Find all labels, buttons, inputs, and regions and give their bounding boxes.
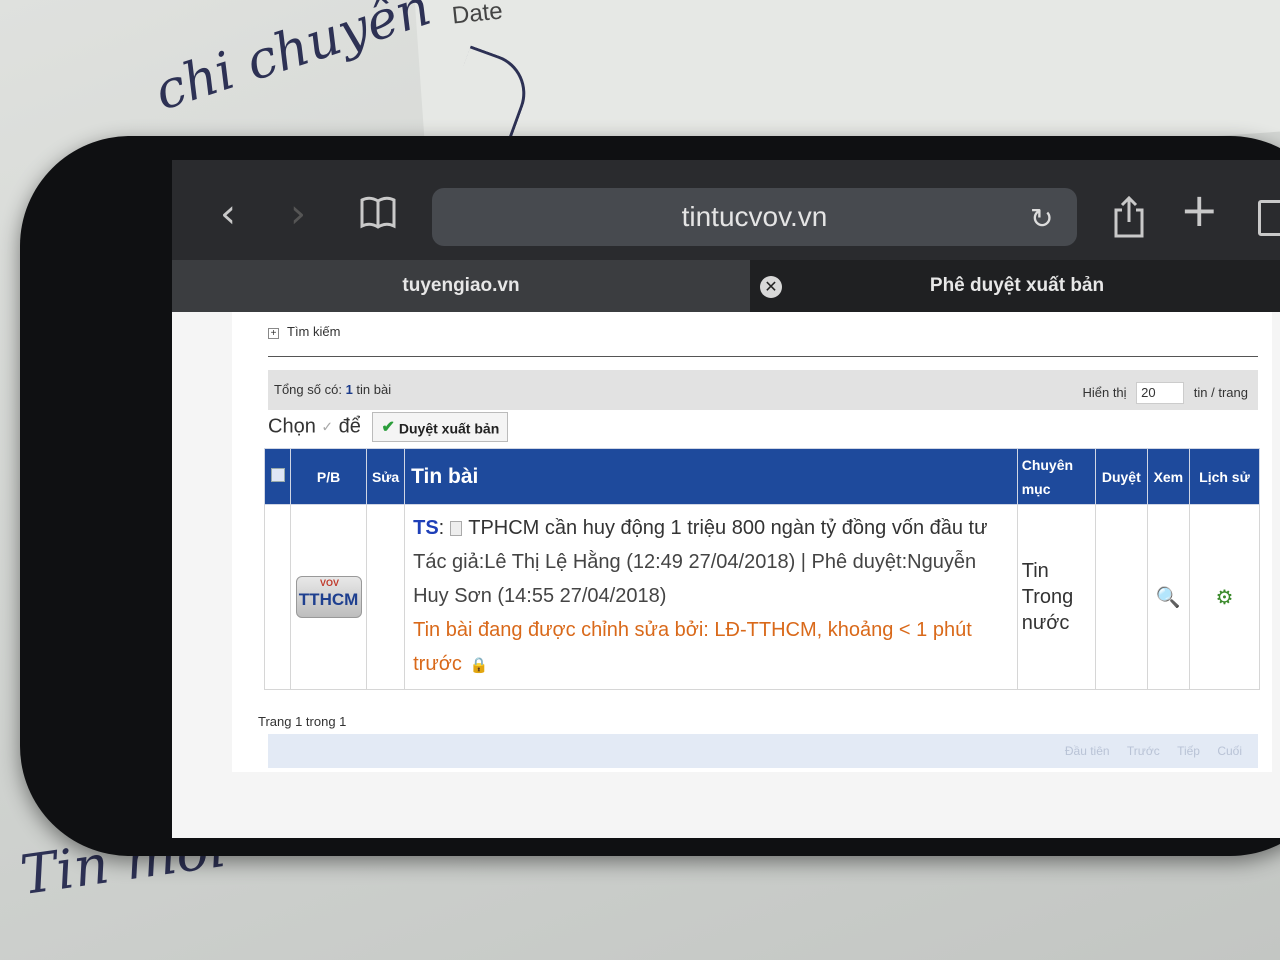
pager-last[interactable]: Cuối — [1217, 744, 1242, 758]
document-icon — [450, 521, 463, 536]
articles-table: P/B Sửa Tin bài Chuyên mục Duyệt Xem Lịc… — [263, 448, 1261, 690]
pager-info: Trang 1 trong 1 — [258, 714, 347, 729]
header-history: Lịch sử — [1188, 448, 1261, 505]
select-all-checkbox[interactable] — [270, 468, 285, 482]
choose-label: Chọn — [268, 415, 316, 438]
approve-publish-label: Duyệt xuất bản — [398, 420, 500, 437]
article-meta: Tác giả:Lê Thị Lệ Hằng (12:49 27/04/2018… — [413, 551, 977, 607]
browser-toolbar: ‹ › tintucvov.vn ↻ + — [172, 160, 1280, 260]
vov-tthcm-logo: VOV TTHCM — [295, 576, 362, 618]
back-icon[interactable]: ‹ — [220, 194, 236, 234]
per-page-suffix: tin / trang — [1193, 385, 1248, 400]
header-pb: P/B — [290, 448, 368, 505]
header-title: Tin bài — [404, 448, 1018, 505]
header-approve: Duyệt — [1094, 448, 1148, 505]
editing-notice: Tin bài đang được chỉnh sửa bởi: LĐ-TTHC… — [413, 619, 972, 675]
phone-screen: ‹ › tintucvov.vn ↻ + tuyengiao.vn ✕ Phê … — [172, 160, 1280, 838]
per-page-select[interactable]: 20 — [1136, 382, 1185, 404]
view-icon[interactable]: 🔍 — [1146, 504, 1190, 690]
share-icon[interactable] — [1112, 194, 1146, 238]
new-tab-icon[interactable]: + — [1180, 187, 1219, 233]
header-category: Chuyên mục — [1016, 448, 1096, 505]
per-page-control: Hiển thị 20 tin / trang — [1082, 382, 1248, 404]
search-toggle-label: Tìm kiếm — [287, 324, 341, 339]
tab-tuyengiao[interactable]: tuyengiao.vn — [172, 260, 750, 312]
history-icon[interactable]: ⚙ — [1188, 504, 1261, 690]
to-label: để — [338, 415, 361, 438]
pager-prev[interactable]: Trước — [1127, 744, 1160, 758]
handwritten-date-label: Date — [450, 0, 504, 30]
row-article-cell: TS: TPHCM cần huy động 1 triệu 800 ngàn t… — [404, 504, 1018, 690]
reload-icon[interactable]: ↻ — [1030, 202, 1053, 235]
table-header-row: P/B Sửa Tin bài Chuyên mục Duyệt Xem Lịc… — [263, 448, 1261, 505]
address-bar[interactable]: tintucvov.vn ↻ — [432, 188, 1077, 246]
pager-first[interactable]: Đầu tiên — [1065, 744, 1110, 758]
header-view: Xem — [1146, 448, 1190, 505]
logo-text: TTHCM — [298, 590, 359, 609]
pager-bar: Đầu tiên Trước Tiếp Cuối — [268, 734, 1258, 768]
divider — [268, 356, 1258, 357]
select-all-header — [263, 448, 292, 505]
summary-bar: Tổng số có: 1 tin bài Hiển thị 20 tin / … — [268, 370, 1258, 410]
forward-icon[interactable]: › — [290, 194, 306, 234]
logo-top-text: VOV — [320, 578, 340, 588]
check-hint-icon: ✓ — [321, 418, 334, 435]
display-label: Hiển thị — [1082, 385, 1127, 400]
row-category-cell: Tin Trong nước — [1016, 504, 1096, 690]
row-approve-cell — [1094, 504, 1148, 690]
tab-phe-duyet[interactable]: Phê duyệt xuất bản — [752, 260, 1280, 312]
article-title-link[interactable]: TPHCM cần huy động 1 triệu 800 ngàn tỷ đ… — [468, 517, 987, 539]
url-text: tintucvov.vn — [681, 201, 828, 232]
row-select-cell — [263, 504, 292, 690]
checkmark-icon: ✔ — [381, 419, 395, 437]
browser-tab-bar: tuyengiao.vn ✕ Phê duyệt xuất bản — [172, 260, 1280, 312]
row-source-cell: VOV TTHCM — [290, 504, 368, 690]
bulk-action-row: Chọn ✓ để ✔ Duyệt xuất bản — [268, 412, 509, 446]
pager-next[interactable]: Tiếp — [1177, 744, 1200, 758]
ts-label: TS — [413, 517, 439, 539]
expand-icon: + — [268, 328, 279, 339]
lock-icon: 🔒 — [469, 657, 489, 674]
header-edit: Sửa — [366, 448, 406, 505]
row-edit-cell — [366, 504, 406, 690]
total-count: Tổng số có: 1 tin bài — [274, 382, 391, 397]
total-suffix: tin bài — [356, 382, 392, 397]
total-prefix: Tổng số có: — [274, 382, 342, 397]
search-toggle[interactable]: + Tìm kiếm — [268, 324, 340, 339]
page-content: + Tìm kiếm Tổng số có: 1 tin bài Hiển thị… — [172, 312, 1280, 838]
bookmarks-icon[interactable] — [358, 192, 398, 232]
tabs-overview-icon[interactable] — [1258, 200, 1280, 236]
pager-links: Đầu tiên Trước Tiếp Cuối — [1051, 744, 1242, 758]
table-row: VOV TTHCM TS: TPHCM cần huy động 1 triệu 8… — [263, 504, 1261, 690]
total-number: 1 — [345, 382, 353, 397]
approval-panel: + Tìm kiếm Tổng số có: 1 tin bài Hiển thị… — [232, 312, 1272, 772]
approve-publish-button[interactable]: ✔ Duyệt xuất bản — [372, 412, 509, 442]
